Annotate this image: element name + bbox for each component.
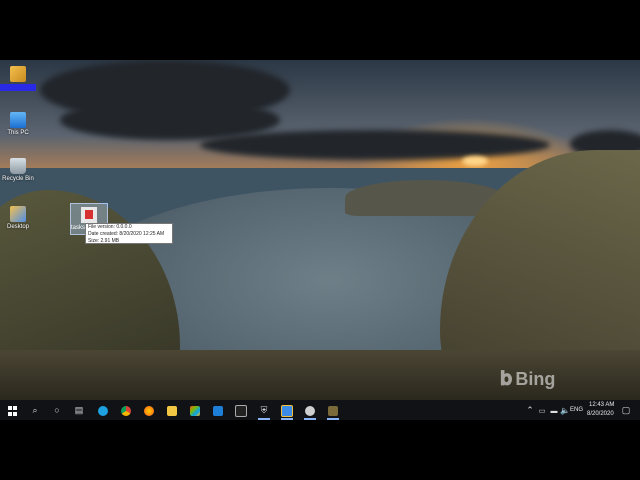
file-explorer-button[interactable] (165, 403, 179, 417)
this-pc-label: This PC (7, 130, 29, 136)
desktop-icon-user-folder[interactable] (0, 66, 36, 91)
tooltip-file-version: File version: 0.0.0.0 (88, 224, 132, 230)
terminal-button[interactable] (234, 403, 248, 417)
firefox-button[interactable] (142, 403, 156, 417)
start-icon (7, 405, 12, 410)
task-view-button[interactable]: ▤ (72, 403, 86, 417)
wallpaper-sun (462, 156, 488, 166)
store-icon (190, 405, 200, 416)
file-info-tooltip: File version: 0.0.0.0 Date created: 8/20… (85, 223, 173, 244)
terminal-icon (235, 404, 247, 417)
app-icon-2 (305, 405, 315, 416)
selected-file-label: tasks (71, 225, 86, 231)
file-explorer-icon (167, 405, 177, 416)
security-icon: ⛨ (260, 405, 268, 415)
chrome-button[interactable] (119, 403, 133, 417)
notification-icon: ▢ (621, 405, 631, 415)
start-icon-part (7, 411, 12, 416)
bing-watermark: 𝐛 Bing (500, 368, 555, 391)
device-icon: ▭ (538, 408, 546, 415)
cortana-button[interactable]: ○ (50, 403, 64, 417)
app-button-2[interactable] (303, 403, 317, 420)
search-button[interactable]: ⌕ (28, 403, 42, 417)
app-button-3[interactable] (326, 403, 340, 420)
taskbar: ⌕ ○ ▤ ⛨ ⌃ ▭ ▬ 🔈 ENG 12:43 AM 8/20/2020 ▢ (0, 400, 640, 420)
notifications-button[interactable]: ▢ (619, 403, 633, 417)
task-view-icon: ▤ (74, 405, 84, 415)
desktop-icon-this-pc[interactable]: This PC (0, 112, 36, 137)
start-icon-part (12, 411, 17, 416)
letterbox-top (0, 0, 640, 60)
user-folder-icon (10, 66, 26, 82)
language-indicator[interactable]: ENG (570, 407, 583, 413)
recycle-bin-icon (10, 158, 26, 174)
app-icon (281, 404, 293, 417)
edge-button[interactable] (96, 403, 110, 417)
desktop-label: Desktop (6, 224, 29, 230)
this-pc-icon (10, 112, 26, 128)
tooltip-size: Size: 2.91 MB (88, 238, 120, 244)
mail-button[interactable] (211, 403, 225, 417)
wallpaper-cloud (200, 130, 550, 160)
volume-icon: 🔈 (560, 406, 570, 415)
app-icon-3 (328, 405, 338, 416)
search-icon: ⌕ (32, 405, 38, 415)
chevron-up-icon: ⌃ (526, 405, 534, 415)
chrome-icon (121, 405, 131, 416)
recycle-bin-label: Recycle Bin (2, 176, 34, 182)
desktop-folder-icon (10, 206, 26, 222)
start-button[interactable] (5, 403, 19, 418)
desktop[interactable]: 𝐛 Bing This PC Recycle Bin Desktop tasks … (0, 60, 640, 400)
edge-icon (98, 405, 108, 416)
network-icon: ▬ (550, 408, 558, 415)
start-icon-part (12, 405, 17, 410)
bing-logo-icon: 𝐛 (500, 368, 513, 390)
bing-watermark-text: Bing (515, 369, 556, 389)
desktop-icon-recycle-bin[interactable]: Recycle Bin (0, 158, 36, 183)
letterbox-bottom (0, 420, 640, 480)
executable-file-icon (81, 207, 97, 223)
app-button[interactable] (280, 403, 294, 420)
firefox-icon (144, 405, 154, 416)
store-button[interactable] (188, 403, 202, 417)
desktop-icon-desktop[interactable]: Desktop (0, 206, 36, 231)
user-folder-label (0, 84, 36, 91)
clock-time[interactable]: 12:43 AM (589, 402, 614, 408)
security-button[interactable]: ⛨ (257, 403, 271, 420)
clock-date[interactable]: 8/20/2020 (587, 411, 614, 417)
mail-icon (213, 405, 223, 416)
tooltip-date-created: Date created: 8/20/2020 12:25 AM (88, 231, 165, 237)
cortana-icon: ○ (54, 405, 60, 415)
